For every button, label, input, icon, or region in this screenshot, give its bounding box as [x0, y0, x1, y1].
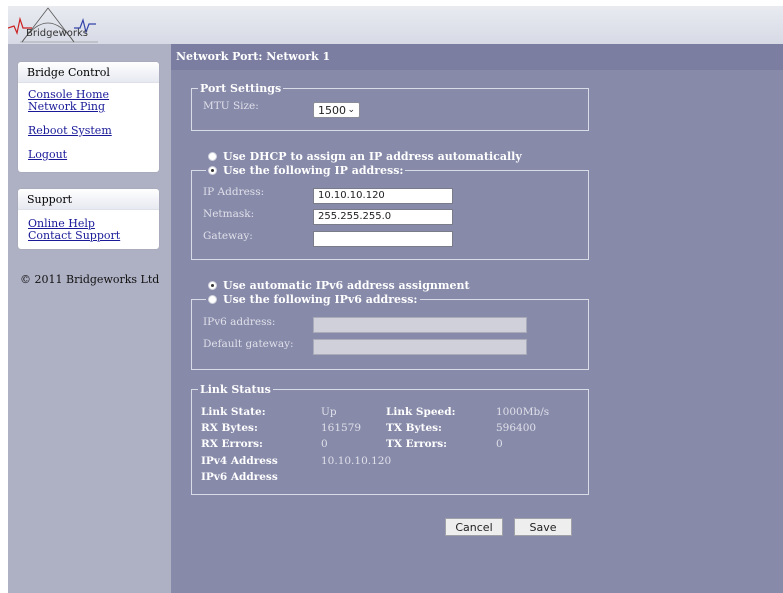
- logo-text: Bridgeworks: [26, 28, 89, 39]
- contact-support-link[interactable]: Contact Support: [28, 230, 159, 242]
- link-speed-label: Link Speed:: [386, 406, 456, 418]
- link-status-legend: Link Status: [200, 383, 271, 396]
- gateway-label: Gateway:: [203, 230, 253, 242]
- bridge-control-panel: Bridge Control Console Home Network Ping…: [18, 62, 159, 172]
- ipv6-gateway-label: Default gateway:: [203, 338, 294, 350]
- tx-bytes-value: 596400: [496, 422, 537, 434]
- ipv6-address-status-label: IPv6 Address: [201, 471, 278, 483]
- ipv6-static-radio-label: Use the following IPv6 address:: [223, 293, 418, 306]
- ip-address-label: IP Address:: [203, 186, 265, 198]
- mtu-size-select[interactable]: 1500 ⌄: [313, 102, 360, 118]
- mtu-size-label: MTU Size:: [203, 100, 259, 112]
- link-state-value: Up: [321, 406, 337, 418]
- link-speed-value: 1000Mb/s: [496, 406, 550, 418]
- rx-errors-label: RX Errors:: [201, 438, 263, 450]
- tx-errors-label: TX Errors:: [386, 438, 448, 450]
- network-ping-link[interactable]: Network Ping: [28, 101, 159, 113]
- dhcp-radio-option[interactable]: Use DHCP to assign an IP address automat…: [208, 150, 522, 163]
- static-ip-radio-button[interactable]: [208, 165, 217, 175]
- ipv4-address-status-label: IPv4 Address: [201, 455, 278, 467]
- support-panel: Support Online Help Contact Support: [18, 189, 159, 249]
- ipv6-auto-radio-button[interactable]: [208, 280, 217, 290]
- ipv6-gateway-input[interactable]: [313, 339, 527, 355]
- sidebar: Bridge Control Console Home Network Ping…: [8, 44, 171, 593]
- ipv6-static-legend: Use the following IPv6 address:: [206, 293, 420, 306]
- bridgeworks-logo: Bridgeworks: [7, 6, 138, 44]
- page-title: Network Port: Network 1: [171, 44, 783, 70]
- ipv6-auto-radio-label: Use automatic IPv6 address assignment: [223, 279, 470, 292]
- copyright-text: © 2011 Bridgeworks Ltd: [20, 273, 160, 286]
- static-ip-radio-label: Use the following IP address:: [223, 164, 404, 177]
- netmask-label: Netmask:: [203, 208, 255, 220]
- ipv6-address-label: IPv6 address:: [203, 316, 276, 328]
- ip-address-input[interactable]: 10.10.10.120: [313, 188, 453, 204]
- dhcp-radio-label: Use DHCP to assign an IP address automat…: [223, 150, 522, 163]
- ipv6-auto-radio-option[interactable]: Use automatic IPv6 address assignment: [208, 279, 470, 292]
- save-button[interactable]: Save: [514, 518, 572, 536]
- netmask-input[interactable]: 255.255.255.0: [313, 209, 453, 225]
- port-settings-legend: Port Settings: [200, 82, 282, 95]
- ipv4-address-status-value: 10.10.10.120: [321, 455, 392, 467]
- dhcp-radio-button[interactable]: [208, 151, 217, 161]
- rx-errors-value: 0: [321, 438, 328, 450]
- chevron-down-icon: ⌄: [347, 105, 355, 115]
- logout-link[interactable]: Logout: [28, 149, 159, 161]
- cancel-button[interactable]: Cancel: [445, 518, 503, 536]
- main-content: Network Port: Network 1 Port Settings MT…: [171, 44, 783, 593]
- reboot-system-link[interactable]: Reboot System: [28, 125, 159, 137]
- rx-bytes-value: 161579: [321, 422, 362, 434]
- tx-errors-value: 0: [496, 438, 503, 450]
- header-banner: Bridgeworks: [7, 6, 783, 44]
- tx-bytes-label: TX Bytes:: [386, 422, 442, 434]
- mtu-size-value: 1500: [318, 104, 346, 117]
- support-title: Support: [18, 189, 159, 210]
- ipv6-address-input[interactable]: [313, 317, 527, 333]
- rx-bytes-label: RX Bytes:: [201, 422, 258, 434]
- ipv4-static-legend: Use the following IP address:: [206, 164, 405, 177]
- gateway-input[interactable]: [313, 231, 453, 247]
- ipv6-static-radio-button[interactable]: [208, 294, 217, 304]
- bridge-control-title: Bridge Control: [18, 62, 159, 83]
- link-state-label: Link State:: [201, 406, 266, 418]
